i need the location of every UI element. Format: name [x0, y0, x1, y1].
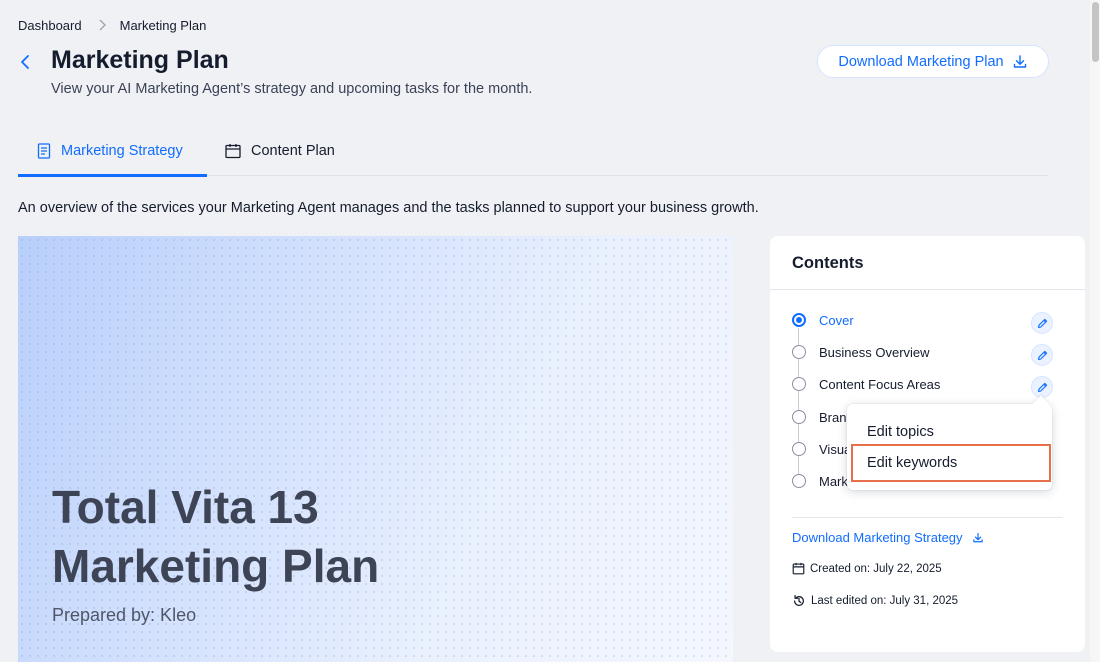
- download-marketing-strategy-link[interactable]: Download Marketing Strategy: [792, 530, 984, 545]
- history-icon: [794, 594, 804, 606]
- back-button[interactable]: [16, 52, 34, 72]
- toc-item-cover[interactable]: Cover: [792, 310, 854, 330]
- created-on-text: Created on: July 22, 2025: [810, 562, 942, 575]
- toc-item-brand[interactable]: Brand: [792, 407, 854, 427]
- pencil-icon: [1037, 350, 1047, 360]
- edit-business-overview-button[interactable]: [1031, 344, 1053, 366]
- toc-item-marketing[interactable]: Mark: [792, 471, 848, 491]
- toc-item-content-focus-areas[interactable]: Content Focus Areas: [792, 374, 940, 394]
- cover-preview: Total Vita 13 Marketing Plan Prepared by…: [18, 236, 733, 662]
- page-subtitle: View your AI Marketing Agent’s strategy …: [51, 81, 533, 97]
- breadcrumb-marketing-plan: Marketing Plan: [119, 18, 207, 33]
- edit-cover-button[interactable]: [1031, 312, 1053, 334]
- last-edited: Last edited on: July 31, 2025: [792, 594, 958, 608]
- cover-title: Total Vita 13 Marketing Plan: [52, 478, 379, 596]
- chevron-right-icon: [98, 19, 106, 33]
- menu-item-edit-topics[interactable]: Edit topics: [847, 416, 1052, 447]
- download-marketing-plan-button[interactable]: Download Marketing Plan: [817, 45, 1049, 78]
- radio[interactable]: [792, 377, 806, 391]
- vertical-scrollbar[interactable]: [1090, 0, 1100, 662]
- breadcrumb: Dashboard Marketing Plan: [18, 18, 206, 33]
- divider: [792, 517, 1063, 518]
- download-marketing-strategy-label: Download Marketing Strategy: [792, 530, 963, 545]
- scrollbar-thumb[interactable]: [1092, 2, 1099, 62]
- edit-dropdown-menu: Edit topics Edit keywords: [847, 404, 1052, 490]
- divider: [770, 289, 1085, 290]
- tab-bar: Marketing Strategy Content Plan: [18, 125, 1048, 177]
- toc-item-label: Business Overview: [819, 344, 930, 360]
- overview-text: An overview of the services your Marketi…: [18, 200, 759, 216]
- page: Dashboard Marketing Plan Marketing Plan …: [0, 0, 1100, 662]
- page-title: Marketing Plan: [51, 46, 229, 74]
- radio[interactable]: [792, 345, 806, 359]
- document-icon: [37, 142, 51, 159]
- pencil-icon: [1037, 382, 1047, 392]
- cover-title-line1: Total Vita 13: [52, 481, 319, 533]
- toc-item-label: Content Focus Areas: [819, 376, 941, 392]
- download-icon: [1013, 54, 1026, 68]
- created-on: Created on: July 22, 2025: [792, 562, 942, 575]
- toc-item-visual[interactable]: Visua: [792, 439, 851, 459]
- toc-item-label: Cover: [819, 312, 854, 328]
- breadcrumb-dashboard[interactable]: Dashboard: [18, 18, 82, 33]
- calendar-icon: [792, 562, 805, 575]
- cover-prepared-by: Prepared by: Kleo: [52, 605, 197, 625]
- download-icon: [972, 532, 983, 542]
- tab-marketing-strategy[interactable]: Marketing Strategy: [18, 125, 207, 177]
- calendar-icon: [225, 143, 241, 158]
- radio[interactable]: [792, 442, 806, 456]
- download-marketing-plan-label: Download Marketing Plan: [838, 53, 1004, 70]
- tab-marketing-strategy-label: Marketing Strategy: [61, 142, 183, 159]
- radio-selected[interactable]: [792, 313, 806, 327]
- radio[interactable]: [792, 474, 806, 488]
- contents-title: Contents: [792, 254, 864, 272]
- edit-content-focus-areas-button[interactable]: [1031, 376, 1053, 398]
- chevron-left-icon: [21, 55, 29, 69]
- radio[interactable]: [792, 410, 806, 424]
- tab-content-plan[interactable]: Content Plan: [225, 125, 335, 176]
- pencil-icon: [1037, 318, 1047, 328]
- last-edited-text: Last edited on: July 31, 2025: [811, 595, 959, 607]
- menu-item-edit-keywords[interactable]: Edit keywords: [851, 444, 1051, 482]
- toc-item-label: Mark: [819, 473, 848, 489]
- toc-item-business-overview[interactable]: Business Overview: [792, 342, 930, 362]
- tab-content-plan-label: Content Plan: [251, 142, 335, 159]
- cover-title-line2: Marketing Plan: [52, 540, 380, 592]
